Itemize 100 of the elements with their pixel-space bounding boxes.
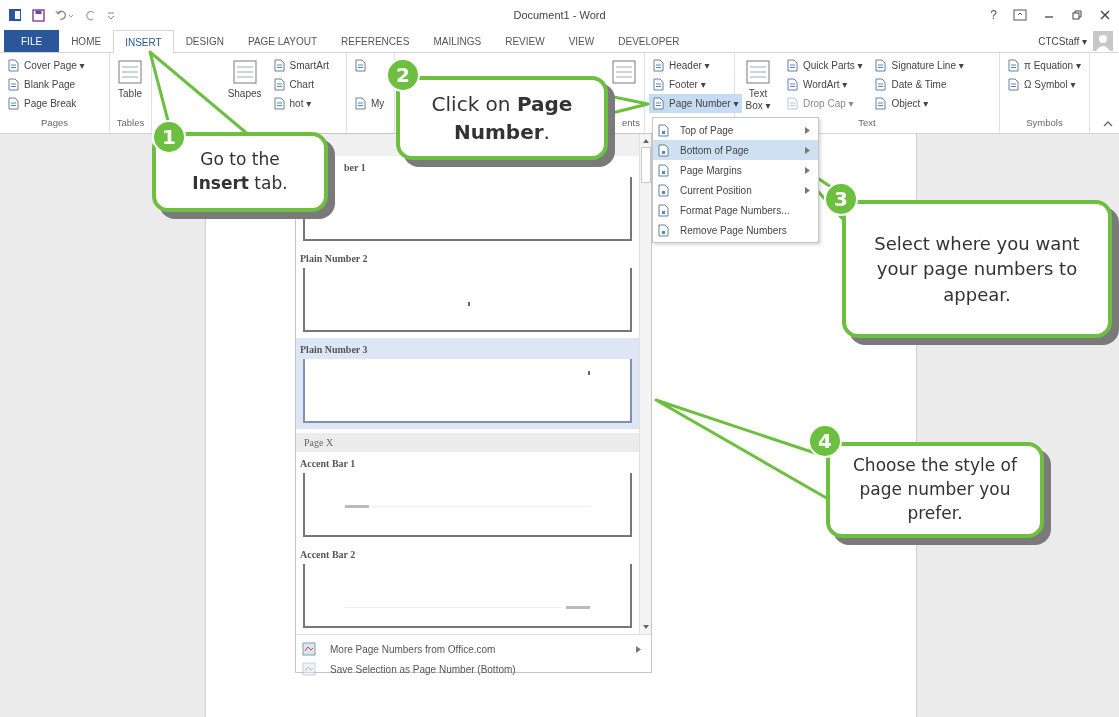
ribbon-button[interactable]: WordArt ▾ [783,75,851,94]
document-icon [874,97,888,110]
callout-text: Go to the Insert tab. [191,148,289,195]
document-icon [354,97,367,110]
close-icon[interactable] [1099,9,1111,21]
collapse-ribbon-icon[interactable] [1103,120,1113,127]
document-icon [744,58,772,86]
callout-text: Click on Page Number. [430,91,574,146]
document-icon [786,59,799,72]
ribbon-button[interactable]: Page Number ▾ [649,94,742,113]
ribbon-button[interactable]: Header ▾ [649,56,713,75]
ribbon-button[interactable]: Ω Symbol ▾ [1004,75,1079,94]
ribbon-button[interactable]: Cover Page ▾ [4,56,88,75]
document-icon [354,59,367,72]
menu-item[interactable]: More Page Numbers from Office.com [296,639,651,659]
group-label: Tables [116,117,145,130]
ribbon-button[interactable]: hot ▾ [269,94,315,113]
save-icon[interactable] [32,8,45,22]
group-label: Pages [41,117,68,130]
document-icon [116,58,144,86]
scrollbar-thumb[interactable] [640,147,651,183]
ribbon-tab[interactable]: DESIGN [173,30,236,52]
ribbon-button[interactable]: Table [114,56,146,102]
ribbon-tab[interactable]: HOME [59,30,114,52]
ribbon-button[interactable]: Signature Line ▾ [871,56,967,75]
ribbon-tab[interactable]: FILE [4,30,60,52]
scroll-up-icon[interactable] [641,138,650,144]
scroll-down-icon[interactable] [641,624,650,630]
document-icon [786,78,799,91]
ribbon-button[interactable]: My [351,94,388,113]
picture-icon [302,662,316,676]
ribbon-tab[interactable]: MAILINGS [421,30,494,52]
help-button[interactable]: ? [990,8,997,22]
ribbon-button[interactable]: Date & Time [871,75,950,94]
group-label: Symbols [1026,117,1063,130]
user-name[interactable]: CTCStaff ▾ [1038,35,1087,47]
window-title: Document1 - Word [512,9,607,21]
callout-text: Choose the style of page number you prefer. [852,454,1018,525]
document-icon [657,143,670,157]
document-icon [874,59,888,72]
picture-icon [302,642,316,656]
document-icon [657,223,670,237]
ribbon-button[interactable]: Chart [269,75,317,94]
ribbon-tab[interactable]: PAGE LAYOUT [235,30,330,52]
group-label: Text [858,117,876,130]
customize-icon[interactable] [107,10,115,20]
submenu-arrow-icon [805,186,810,194]
ribbon-tab[interactable]: DEVELOPER [606,30,692,52]
menu-item[interactable]: Top of Page [653,120,818,140]
ribbon-display-icon[interactable] [1013,9,1027,21]
submenu-arrow-icon [805,166,810,174]
document-icon [7,78,20,91]
document-icon [272,59,286,72]
document-icon [652,59,665,72]
menu-item[interactable]: Current Position [653,180,818,200]
submenu-arrow-icon [805,146,810,154]
document-icon [610,58,638,86]
document-icon [7,97,20,110]
callout-text: Select where you want your page numbers to appear. [873,232,1081,307]
ribbon-tab[interactable]: REVIEW [493,30,557,52]
menu-item[interactable]: Format Page Numbers... [653,200,818,220]
restore-icon[interactable] [1071,9,1083,21]
ribbon-button[interactable]: Shapes [225,56,264,102]
group-label: ents [622,117,641,130]
ribbon-button[interactable]: π Equation ▾ [1004,56,1084,75]
document-icon [652,97,665,110]
document-icon [272,78,286,91]
ribbon-button[interactable]: Blank Page [4,75,79,94]
document-icon [657,183,670,197]
ribbon-button[interactable]: SmartArt [269,56,332,75]
ribbon-tab[interactable]: INSERT [113,30,174,53]
document-icon [7,59,20,72]
word-icon[interactable] [8,8,22,22]
ribbon-button[interactable]: Quick Parts ▾ [783,56,866,75]
document-icon [786,97,799,110]
redo-icon[interactable] [85,9,97,21]
ribbon-button[interactable]: Page Break [4,94,80,113]
document-icon [657,163,670,177]
document-icon [874,78,888,91]
ribbon-button[interactable]: Text Box ▾ [739,56,777,114]
ribbon-tab[interactable]: REFERENCES [329,30,422,52]
document-icon [272,97,286,110]
menu-item[interactable]: Page Margins [653,160,818,180]
menu-item[interactable]: Remove Page Numbers [653,220,818,240]
gallery-item[interactable]: Plain Number 3 [296,338,639,429]
document-icon [1007,78,1020,91]
ribbon-button[interactable]: Footer ▾ [649,75,709,94]
document-icon [1007,59,1020,72]
submenu-arrow-icon [636,645,641,653]
menu-item[interactable]: Bottom of Page [653,140,818,160]
ribbon-button[interactable]: Object ▾ [871,94,932,113]
submenu-arrow-icon [805,126,810,134]
document-icon [657,203,670,217]
document-icon [657,123,670,137]
document-icon [652,78,665,91]
gallery-category: Page X [296,433,639,452]
scrollbar[interactable] [639,134,651,634]
undo-icon[interactable] [55,9,75,21]
ribbon-tab[interactable]: VIEW [556,30,607,52]
page-number-sample [467,302,470,306]
